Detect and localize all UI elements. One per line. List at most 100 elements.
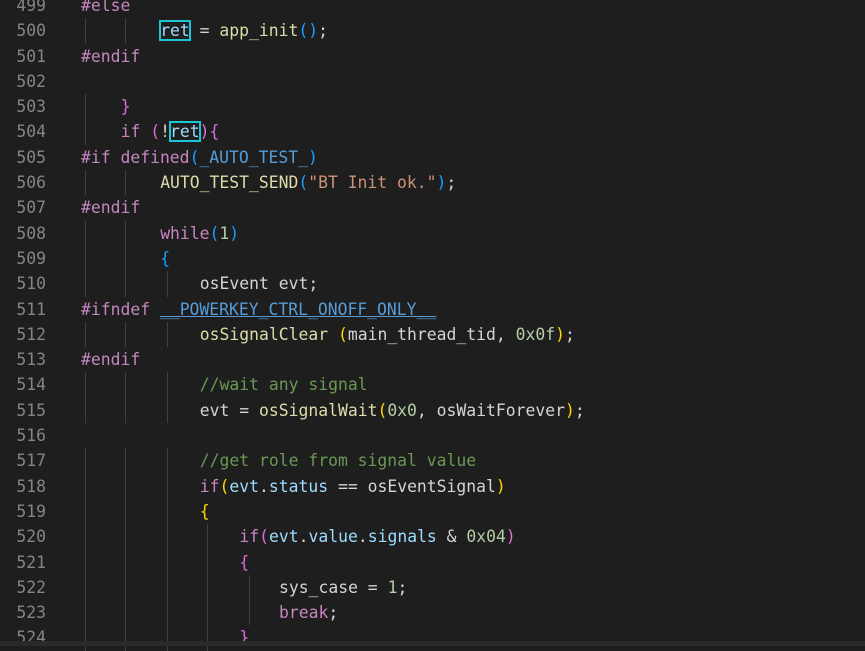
code-line[interactable]: 511 #ifndef __POWERKEY_CTRL_ONOFF_ONLY__ — [0, 297, 865, 322]
code-text[interactable]: #endif — [81, 44, 140, 69]
code-line[interactable]: 517 //get role from signal value — [0, 448, 865, 474]
code-text[interactable]: //wait any signal — [200, 372, 368, 397]
code-line[interactable]: 499 #else — [0, 0, 865, 18]
code-editor[interactable]: 499 #else 500 ret = app_init(); 501 #endif 502… — [0, 0, 865, 651]
code-line[interactable]: 513 #endif — [0, 347, 865, 372]
code-text[interactable]: #endif — [81, 195, 140, 220]
code-token: //get role from signal value — [199, 451, 477, 471]
code-line[interactable]: 515 evt = osSignalWait(0x0, osWaitForever… — [0, 397, 865, 424]
indent-guide — [207, 574, 208, 601]
code-text[interactable]: { — [200, 499, 210, 524]
code-text[interactable]: //get role from signal value — [200, 448, 476, 473]
indent-guide — [167, 372, 168, 398]
code-text[interactable]: { — [160, 246, 170, 271]
highlighted-token: ret — [159, 20, 191, 42]
code-line[interactable]: 506 AUTO_TEST_SEND("BT Init ok."); — [0, 170, 865, 196]
horizontal-scrollbar[interactable] — [0, 641, 865, 646]
line-number: 505 — [16, 147, 46, 167]
code-token: _AUTO_TEST_ — [199, 147, 308, 167]
code-text[interactable]: #ifndef __POWERKEY_CTRL_ONOFF_ONLY__ — [81, 297, 436, 322]
indent-guide — [167, 549, 168, 575]
indent-guide — [85, 600, 86, 626]
line-number: 513 — [16, 350, 46, 370]
indent-guide — [125, 245, 126, 272]
code-line[interactable]: 519 { — [0, 498, 865, 525]
code-token: sys_case = — [279, 577, 388, 597]
indent-guide — [85, 549, 86, 575]
code-token: () — [298, 21, 319, 41]
line-number: 518 — [16, 476, 46, 496]
code-line[interactable]: 520 if(evt.value.signals & 0x04) — [0, 524, 865, 550]
code-line[interactable]: 510 osEvent evt; — [0, 271, 865, 297]
code-line[interactable]: 514 //wait any signal — [0, 372, 865, 398]
code-token: break — [279, 603, 329, 623]
code-text[interactable]: sys_case = 1; — [279, 575, 407, 600]
code-line[interactable]: 504 if (!ret){ — [0, 119, 865, 145]
code-token: main_thread_tid — [347, 324, 496, 344]
line-number: 502 — [16, 71, 46, 91]
code-token: if — [239, 527, 260, 547]
code-line[interactable]: 505 #if defined(_AUTO_TEST_) — [0, 145, 865, 170]
code-token: 0x04 — [466, 527, 506, 547]
indent-guide — [125, 170, 126, 196]
code-text[interactable]: while(1) — [160, 221, 239, 246]
code-text[interactable]: { — [239, 550, 249, 575]
indent-guide — [85, 170, 86, 196]
indent-guide — [85, 372, 86, 398]
indent-guide — [85, 119, 86, 145]
line-number: 522 — [16, 577, 46, 597]
code-line[interactable]: 521 { — [0, 549, 865, 575]
code-line[interactable]: 523 break; — [0, 600, 865, 626]
code-text[interactable]: osSignalClear (main_thread_tid, 0x0f); — [200, 322, 575, 347]
indent-guide — [167, 448, 168, 474]
code-token: ( — [377, 400, 388, 420]
code-text[interactable]: #endif — [81, 347, 140, 372]
code-text[interactable]: if (!ret){ — [121, 119, 219, 144]
code-line[interactable]: 518 if(evt.status == osEventSignal) — [0, 473, 865, 499]
code-text[interactable]: #else — [81, 0, 130, 18]
code-token: } — [120, 97, 131, 117]
code-text[interactable]: osEvent evt; — [200, 271, 318, 296]
code-text[interactable]: #if defined(_AUTO_TEST_) — [81, 145, 318, 170]
code-text[interactable]: if(evt.status == osEventSignal) — [200, 474, 506, 499]
code-token: #ifndef — [81, 299, 151, 319]
code-line[interactable]: 507 #endif — [0, 195, 865, 220]
code-text[interactable]: } — [121, 94, 131, 119]
line-number: 523 — [16, 603, 46, 623]
code-token: evt — [229, 476, 260, 496]
code-text[interactable]: } — [239, 625, 249, 650]
line-number: 516 — [16, 426, 46, 446]
code-token: ) — [229, 223, 240, 243]
code-line[interactable]: 500 ret = app_init(); — [0, 18, 865, 44]
indent-guide — [125, 574, 126, 601]
code-text[interactable]: break; — [279, 600, 338, 625]
code-token: == osEventSignal — [328, 476, 496, 496]
indent-guide — [125, 473, 126, 499]
code-token: { — [160, 248, 171, 268]
code-text[interactable]: ret = app_init(); — [159, 18, 328, 43]
code-line[interactable]: 502 — [0, 69, 865, 94]
indent-guide — [125, 18, 126, 44]
line-number: 512 — [16, 324, 46, 344]
code-line[interactable]: 509 { — [0, 245, 865, 272]
code-token: ; — [574, 400, 585, 420]
code-line[interactable]: 501 #endif — [0, 44, 865, 69]
code-line[interactable]: 522 sys_case = 1; — [0, 574, 865, 601]
code-text[interactable]: evt = osSignalWait(0x0, osWaitForever); — [200, 398, 585, 423]
indent-guide — [207, 625, 208, 651]
code-token: "BT Init ok." — [308, 173, 437, 193]
code-line[interactable]: 512 osSignalClear (main_thread_tid, 0x0f)… — [0, 321, 865, 348]
code-line[interactable]: 524} — [0, 625, 865, 651]
code-line[interactable]: 503} — [0, 94, 865, 120]
code-token: , osWaitForever — [416, 400, 565, 420]
code-token: evt — [269, 527, 299, 547]
code-line[interactable]: 508 while(1) — [0, 220, 865, 246]
indent-guide — [125, 600, 126, 626]
indent-guide — [125, 321, 126, 348]
code-token: signals — [367, 527, 437, 547]
code-text[interactable]: AUTO_TEST_SEND("BT Init ok."); — [160, 170, 456, 195]
code-text[interactable]: if(evt.value.signals & 0x04) — [239, 524, 515, 549]
code-line[interactable]: 516 — [0, 423, 865, 448]
indent-guide — [125, 448, 126, 474]
